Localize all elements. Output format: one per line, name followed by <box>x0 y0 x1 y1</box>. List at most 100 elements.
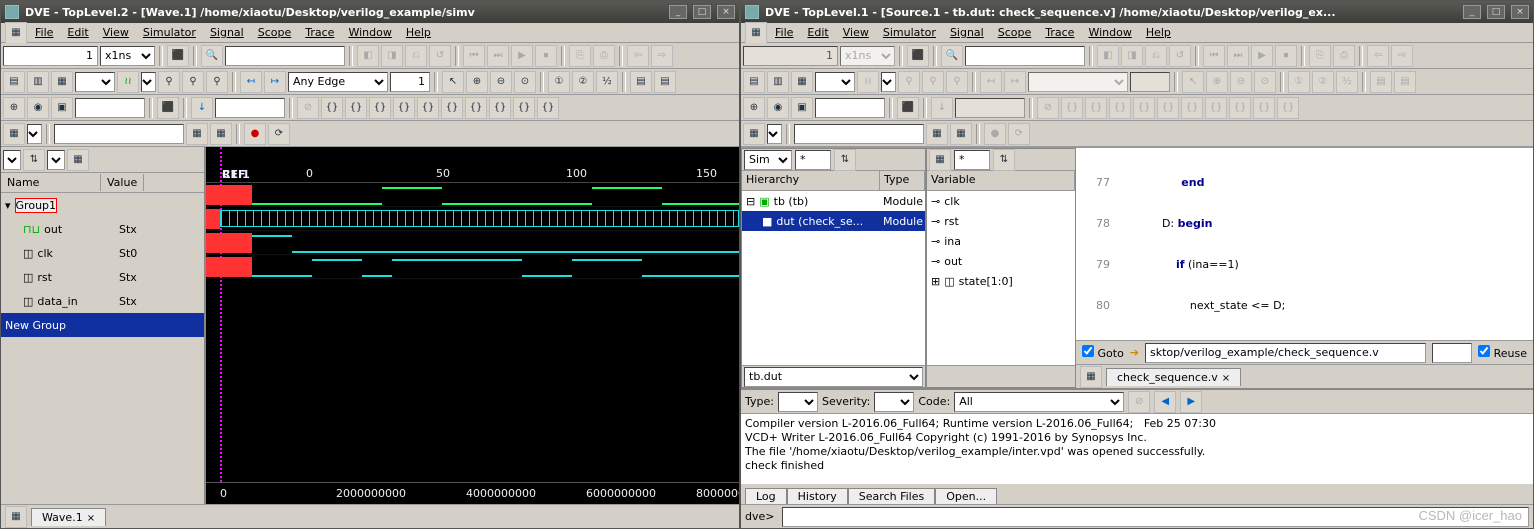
menu-trace[interactable]: Trace <box>1039 25 1080 40</box>
var-clk[interactable]: ⊸clk <box>927 191 1075 211</box>
tb-icon-c[interactable]: ⎌ <box>405 45 427 67</box>
r2k[interactable]: ⊕ <box>1206 71 1228 93</box>
rtb-i[interactable]: ⎘ <box>1309 45 1331 67</box>
type-select[interactable] <box>778 392 818 412</box>
tb2-f[interactable]: ⚲ <box>182 71 204 93</box>
r4-sel[interactable] <box>767 124 782 144</box>
tb3-input2[interactable] <box>215 98 285 118</box>
r3h[interactable]: {} <box>1085 97 1107 119</box>
menu-window[interactable]: Window <box>342 25 397 40</box>
rtb-e[interactable]: ⏮ <box>1203 45 1225 67</box>
rtb-b[interactable]: ◨ <box>1121 45 1143 67</box>
cursor-icon[interactable]: ↖ <box>442 71 464 93</box>
minimize-button[interactable]: _ <box>669 5 687 19</box>
goto-check[interactable]: Goto <box>1082 345 1124 360</box>
titlebar-right[interactable]: DVE - TopLevel.1 - [Source.1 - tb.dut: c… <box>741 1 1533 23</box>
r4a[interactable]: ▦ <box>743 123 765 145</box>
r2b[interactable]: ▥ <box>767 71 789 93</box>
record-icon[interactable]: ● <box>244 123 266 145</box>
wave-canvas[interactable]: C1:1REF 0 50 100 150 <box>206 147 739 504</box>
menu-trace[interactable]: Trace <box>299 25 340 40</box>
r2q[interactable]: ▤ <box>1370 71 1392 93</box>
tb4-b[interactable]: ▦ <box>186 123 208 145</box>
r3o[interactable]: {} <box>1253 97 1275 119</box>
next-edge-icon[interactable]: ↦ <box>264 71 286 93</box>
sig-opt-d[interactable]: ▦ <box>67 149 89 171</box>
r2d[interactable]: ≀≀ <box>857 71 879 93</box>
r2p[interactable]: ½ <box>1336 71 1358 93</box>
tb4-d[interactable]: ⟳ <box>268 123 290 145</box>
sig-opt-c[interactable] <box>47 150 65 170</box>
menu-simulator[interactable]: Simulator <box>877 25 942 40</box>
tb3-g[interactable]: {} <box>321 97 343 119</box>
r3k[interactable]: {} <box>1157 97 1179 119</box>
sysmenu-icon[interactable]: ▦ <box>745 22 767 44</box>
menu-file[interactable]: File <box>769 25 799 40</box>
find-input[interactable] <box>225 46 345 66</box>
reuse-check[interactable]: Reuse <box>1478 345 1527 360</box>
code-select[interactable]: All <box>954 392 1124 412</box>
col-variable[interactable]: Variable <box>927 171 1075 190</box>
r2g[interactable]: ⚲ <box>946 71 968 93</box>
r2n[interactable]: ① <box>1288 71 1310 93</box>
hier-row-tb[interactable]: ⊟▣tb (tb)Module <box>742 191 925 211</box>
r3e[interactable]: ↓ <box>931 97 953 119</box>
menu-window[interactable]: Window <box>1082 25 1137 40</box>
find-icon[interactable]: 🔍 <box>201 45 223 67</box>
tab-source[interactable]: check_sequence.v× <box>1106 368 1241 386</box>
r3m[interactable]: {} <box>1205 97 1227 119</box>
tb-icon[interactable]: ⬛ <box>167 45 189 67</box>
tb3-d[interactable]: ⬛ <box>157 97 179 119</box>
rtb-j[interactable]: ⎙ <box>1333 45 1355 67</box>
rtb-a[interactable]: ◧ <box>1097 45 1119 67</box>
titlebar-left[interactable]: DVE - TopLevel.2 - [Wave.1] /home/xiaotu… <box>1 1 739 23</box>
tb3-l[interactable]: {} <box>441 97 463 119</box>
edge-select[interactable]: Any Edge <box>288 72 388 92</box>
sig-opt-a[interactable] <box>3 150 21 170</box>
tb2-sel[interactable] <box>75 72 115 92</box>
tb4-input[interactable] <box>54 124 184 144</box>
rtb-g[interactable]: ▶ <box>1251 45 1273 67</box>
menu-file[interactable]: File <box>29 25 59 40</box>
menu-signal[interactable]: Signal <box>944 25 990 40</box>
tb3-j[interactable]: {} <box>393 97 415 119</box>
zoom-in-icon[interactable]: ⊕ <box>466 71 488 93</box>
r3a[interactable]: ⊕ <box>743 97 765 119</box>
tb3-a[interactable]: ⊕ <box>3 97 25 119</box>
menu-signal[interactable]: Signal <box>204 25 250 40</box>
r2a[interactable]: ▤ <box>743 71 765 93</box>
con-next-icon[interactable]: ▶ <box>1180 391 1202 413</box>
variable-list[interactable]: ⊸clk ⊸rst ⊸ina ⊸out ⊞◫state[1:0] <box>927 191 1075 365</box>
rtb-h[interactable]: ⏹ <box>1275 45 1297 67</box>
var-filter-btn[interactable]: ⇅ <box>993 149 1015 171</box>
r2-sel[interactable] <box>815 72 855 92</box>
sysmenu-icon[interactable]: ▦ <box>5 22 27 44</box>
var-t-a[interactable]: ▦ <box>929 149 951 171</box>
close-button[interactable]: × <box>717 5 735 19</box>
rtb-c[interactable]: ⎌ <box>1145 45 1167 67</box>
r2o[interactable]: ② <box>1312 71 1334 93</box>
r4-input[interactable] <box>794 124 924 144</box>
menu-help[interactable]: Help <box>400 25 437 40</box>
stop-icon[interactable]: ⏹ <box>535 45 557 67</box>
tb3-i[interactable]: {} <box>369 97 391 119</box>
r4d[interactable]: ⟳ <box>1008 123 1030 145</box>
var-ina[interactable]: ⊸ina <box>927 231 1075 251</box>
r3c[interactable]: ▣ <box>791 97 813 119</box>
back-icon[interactable]: ⇦ <box>627 45 649 67</box>
col-value[interactable]: Value <box>101 174 144 191</box>
rtb-d[interactable]: ↺ <box>1169 45 1191 67</box>
var-rst[interactable]: ⊸rst <box>927 211 1075 231</box>
tb3-n[interactable]: {} <box>489 97 511 119</box>
tb3-k[interactable]: {} <box>417 97 439 119</box>
maximize-button[interactable]: □ <box>693 5 711 19</box>
hier-filter-btn[interactable]: ⇅ <box>834 149 856 171</box>
tb2-k[interactable]: ▤ <box>630 71 652 93</box>
prev-edge-icon[interactable]: ↤ <box>240 71 262 93</box>
tb2-b[interactable]: ▥ <box>27 71 49 93</box>
fwd-icon[interactable]: ⇨ <box>1391 45 1413 67</box>
tb-icon-e[interactable]: ⎘ <box>569 45 591 67</box>
r3l[interactable]: {} <box>1181 97 1203 119</box>
tb3-c[interactable]: ▣ <box>51 97 73 119</box>
r2i[interactable]: ↦ <box>1004 71 1026 93</box>
